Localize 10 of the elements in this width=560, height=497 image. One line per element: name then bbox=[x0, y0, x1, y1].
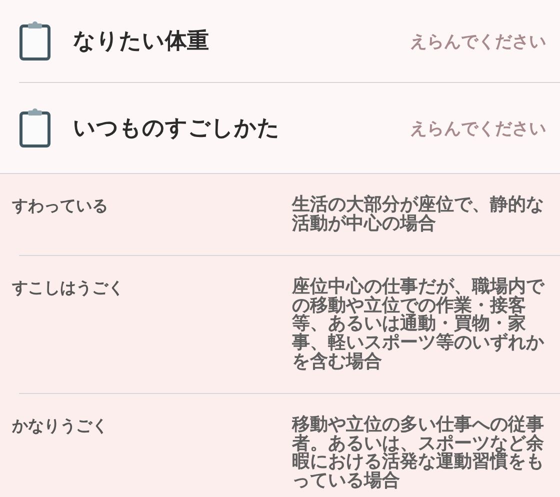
option-description: 移動や立位の多い仕事への従事者。あるいは、スポーツなど余暇における活発な運動習慣をもっている場合 bbox=[292, 416, 545, 491]
clipboard-icon bbox=[19, 108, 51, 148]
setting-label: いつものすごしかた bbox=[73, 115, 281, 143]
clipboard-icon bbox=[19, 21, 51, 61]
option-description: 座位中心の仕事だが、職場内での移動や立位での作業・接客等、あるいは通動・買物・家事、軽いスポーツ等のいずれかを含む場合 bbox=[292, 278, 546, 372]
option-name[interactable]: すわっている bbox=[12, 196, 292, 234]
option-name[interactable]: すこしはうごく bbox=[12, 278, 292, 372]
option-description: 生活の大部分が座位で、静的な活動が中心の場合 bbox=[292, 196, 545, 234]
setting-label: なりたい体重 bbox=[73, 28, 210, 56]
option-name[interactable]: かなりうごく bbox=[12, 416, 292, 491]
